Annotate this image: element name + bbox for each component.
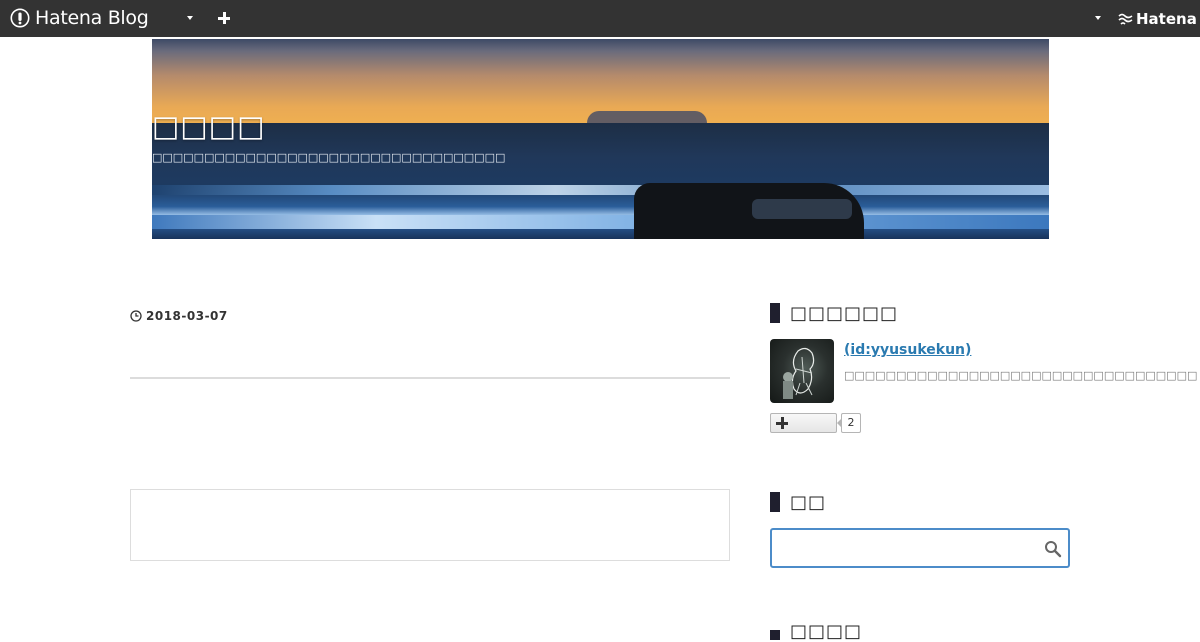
hatena-blog-home-link[interactable]: Hatena Blog: [10, 7, 149, 29]
next-module-heading: □□□□: [790, 620, 863, 642]
module-title-bar: [770, 492, 780, 512]
module-title-bar: [770, 303, 780, 323]
profile-module-title: □□□□□□: [770, 302, 898, 324]
search-module-title: □□: [770, 491, 826, 513]
hatena-label: Hatena: [1136, 10, 1197, 28]
blog-description: □□□□□□□□□□□□□□□□□□□□□□□□□□□□□□□□□□: [152, 151, 506, 164]
blog-header-image: [152, 39, 1049, 239]
search-button[interactable]: [1044, 540, 1062, 558]
hatena-blog-logo-icon: [10, 8, 30, 28]
hatena-logo-icon: [1118, 13, 1133, 25]
comment-box: [130, 489, 730, 561]
search-icon: [1045, 541, 1062, 558]
subscribe-count: 2: [837, 413, 861, 433]
write-entry-plus-icon[interactable]: [217, 11, 231, 25]
hatena-blog-brand: Hatena Blog: [35, 7, 149, 29]
global-header: Hatena Blog Hatena: [0, 0, 1200, 37]
header-island-shape: [587, 111, 707, 123]
header-van-window-shape: [752, 199, 852, 219]
blog-menu-dropdown-icon[interactable]: [187, 16, 193, 20]
search-module-heading: □□: [790, 491, 827, 513]
profile-id-link[interactable]: (id:yyusukekun): [844, 341, 971, 359]
profile-avatar[interactable]: [770, 339, 834, 403]
profile-module-heading: □□□□□□: [790, 302, 899, 324]
entry-date-text: 2018-03-07: [146, 309, 228, 323]
subscribe-button[interactable]: [770, 413, 837, 433]
clock-icon: [130, 310, 142, 322]
header-wave-shape: [152, 215, 1049, 229]
profile-description: □□□□□□□□□□□□□□□□□□□□□□□□□□□□□□□□□□: [844, 369, 1198, 382]
next-module-title: □□□□: [770, 620, 862, 642]
search-form: [770, 528, 1070, 568]
search-input[interactable]: [778, 536, 1032, 562]
entry-date[interactable]: 2018-03-07: [130, 308, 228, 324]
hatena-link[interactable]: Hatena: [1118, 9, 1197, 29]
header-wave-shape: [152, 185, 1049, 195]
user-menu-dropdown-icon[interactable]: [1095, 16, 1101, 20]
module-title-bar: [770, 630, 780, 640]
blog-title[interactable]: □□□□: [152, 108, 266, 144]
plus-icon: [776, 417, 788, 429]
avatar-figure-icon: [783, 347, 815, 399]
entry-divider: [130, 377, 730, 379]
